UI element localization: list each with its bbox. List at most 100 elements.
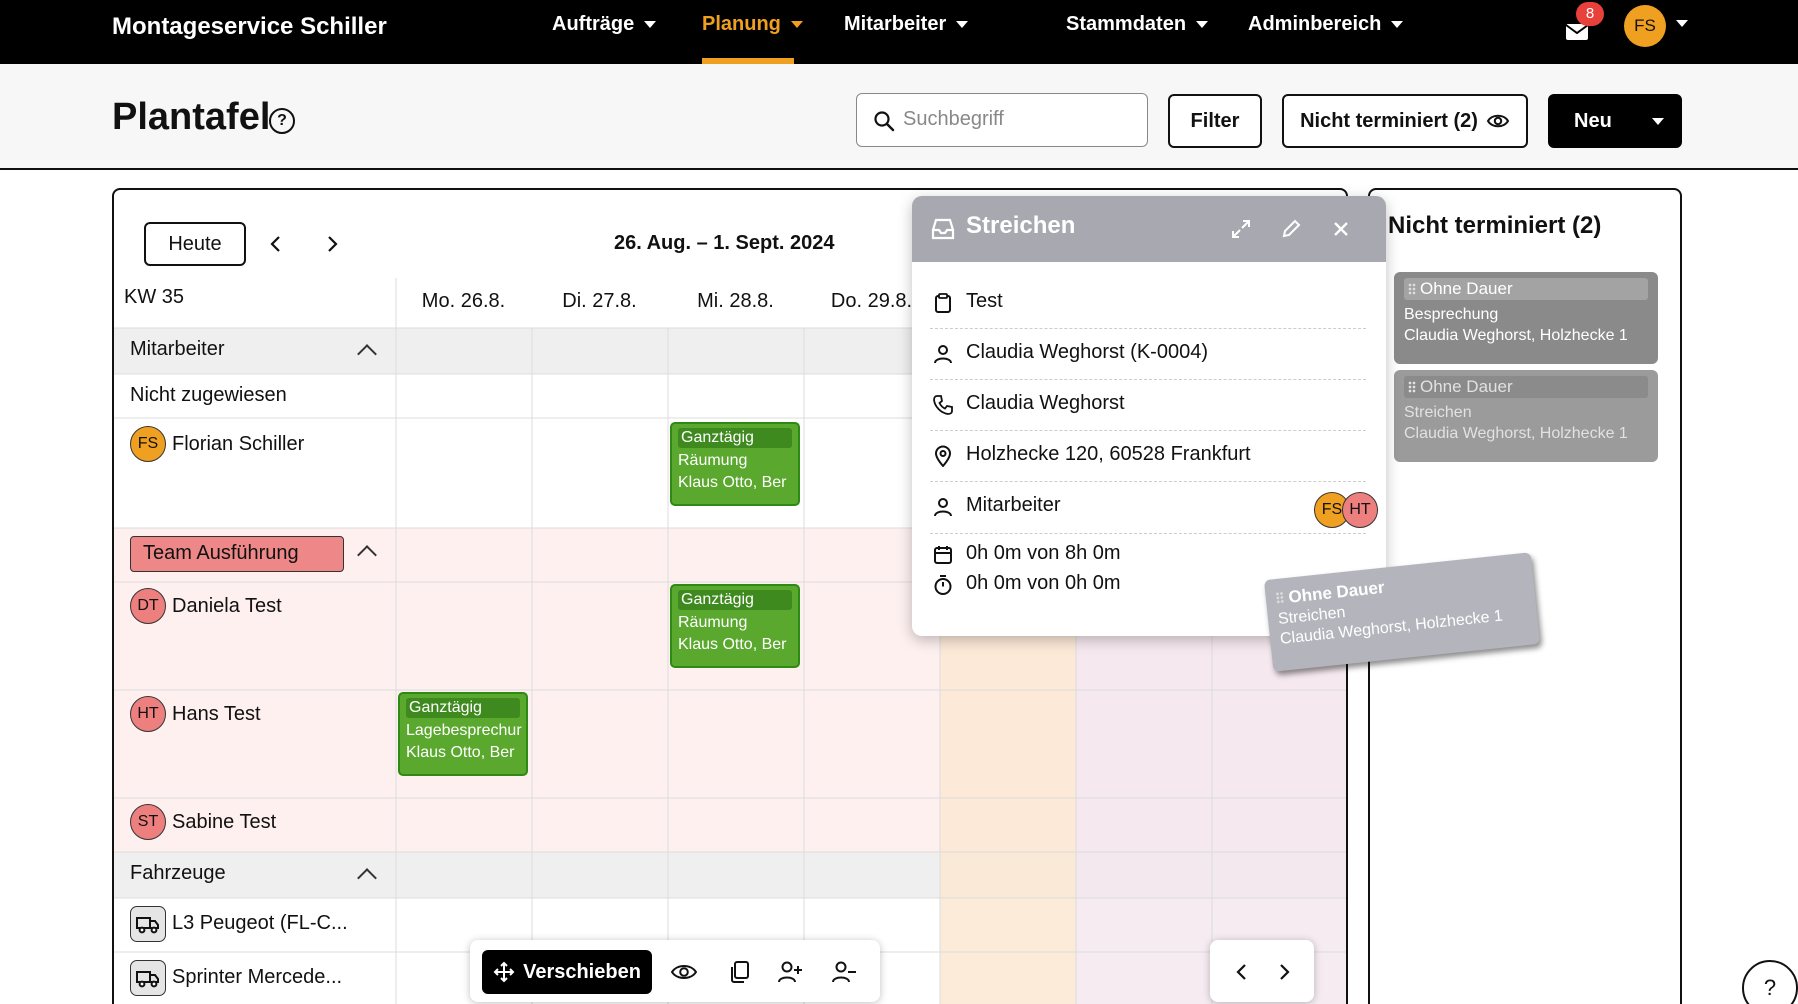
search-input[interactable] — [903, 94, 1139, 145]
prev-week-chevron-icon[interactable] — [266, 234, 286, 254]
map-pin-icon — [934, 445, 952, 467]
move-button-label: Verschieben — [523, 960, 641, 983]
popup-title: Streichen — [966, 212, 1076, 239]
filter-button[interactable]: Filter — [1168, 94, 1262, 148]
event-assignees: Klaus Otto, Ber — [406, 744, 515, 761]
person-icon — [934, 498, 952, 517]
caret-down-icon[interactable] — [1652, 118, 1664, 125]
avatar: ST — [130, 804, 166, 840]
drag-handle-icon[interactable] — [1408, 381, 1416, 393]
nav-adminbereich-label: Adminbereich — [1248, 13, 1382, 35]
move-button[interactable]: Verschieben — [482, 950, 652, 994]
inbox-icon — [931, 218, 955, 240]
nav-planung-label: Planung — [702, 13, 781, 35]
card-duration-label: Ohne Dauer — [1420, 377, 1513, 396]
eye-icon[interactable] — [670, 958, 698, 986]
page-header: Plantafel ? Filter Nicht terminiert (2) … — [0, 64, 1798, 170]
group-label-vehicles: Fahrzeuge — [130, 862, 226, 884]
eye-icon — [1486, 114, 1510, 128]
edit-pencil-icon[interactable] — [1280, 218, 1302, 240]
nav-mitarbeiter[interactable]: Mitarbeiter — [844, 13, 969, 36]
brand-title[interactable]: Montageservice Schiller — [112, 13, 387, 41]
top-navbar: Montageservice Schiller Aufträge Planung… — [0, 0, 1798, 64]
user-menu-caret-icon[interactable] — [1676, 20, 1688, 27]
card-customer: Claudia Weghorst, Holzhecke 1 — [1404, 425, 1628, 442]
day-header-mon: Mo. 26.8. — [421, 290, 506, 312]
event-card[interactable]: Ganztägig Räumung Klaus Otto, Ber — [670, 422, 800, 506]
popup-header: Streichen — [912, 196, 1386, 262]
caret-down-icon — [644, 21, 657, 29]
calendar-icon — [932, 544, 954, 571]
event-assignees: Klaus Otto, Ber — [678, 474, 787, 491]
unscheduled-card[interactable]: Ohne Dauer Streichen Claudia Weghorst, H… — [1394, 370, 1658, 462]
day-header-tue: Di. 27.8. — [562, 290, 637, 312]
remove-user-icon[interactable] — [830, 958, 858, 986]
next-week-chevron-icon[interactable] — [322, 234, 342, 254]
prev-chevron-icon[interactable] — [1232, 962, 1252, 982]
avatar: DT — [130, 588, 166, 624]
team-tag[interactable]: Team Ausführung — [130, 536, 344, 572]
card-title: Streichen — [1404, 404, 1472, 421]
group-label-employees: Mitarbeiter — [130, 338, 225, 360]
action-toolbar: Verschieben — [470, 940, 880, 1002]
event-allday-label: Ganztägig — [678, 428, 792, 448]
employee-name: Sabine Test — [172, 811, 277, 833]
event-card[interactable]: Ganztägig Lagebesprechur Klaus Otto, Ber — [398, 692, 528, 776]
popup-row-staff: Mitarbeiter FS HT — [930, 482, 1378, 534]
avatar[interactable]: HT — [1342, 492, 1378, 528]
close-icon[interactable] — [1330, 218, 1352, 240]
person-icon — [934, 345, 952, 364]
user-avatar[interactable]: FS — [1624, 5, 1666, 47]
card-title: Besprechung — [1404, 306, 1499, 323]
card-customer: Claudia Weghorst, Holzhecke 1 — [1404, 327, 1628, 344]
next-chevron-icon[interactable] — [1274, 962, 1294, 982]
popup-timer: 0h 0m von 0h 0m — [966, 572, 1121, 594]
event-allday-label: Ganztägig — [406, 698, 520, 718]
event-assignees: Klaus Otto, Ber — [678, 636, 787, 653]
popup-contact[interactable]: Claudia Weghorst — [966, 392, 1125, 415]
mail-badge: 8 — [1576, 2, 1604, 26]
nav-adminbereich[interactable]: Adminbereich — [1248, 13, 1404, 36]
page-title: Plantafel — [112, 96, 271, 138]
copy-icon[interactable] — [726, 958, 754, 986]
vehicle-name: Sprinter Mercede... — [172, 966, 343, 988]
nav-auftraege[interactable]: Aufträge — [552, 13, 657, 36]
drag-handle-icon[interactable] — [1408, 283, 1416, 295]
search-icon — [874, 111, 895, 132]
unscheduled-card[interactable]: Ohne Dauer Besprechung Claudia Weghorst,… — [1394, 272, 1658, 364]
unscheduled-toggle-label: Nicht terminiert (2) — [1300, 109, 1478, 132]
caret-down-icon — [790, 21, 803, 29]
new-button[interactable]: Neu — [1548, 94, 1682, 148]
nav-stammdaten[interactable]: Stammdaten — [1066, 13, 1209, 36]
event-card[interactable]: Ganztägig Räumung Klaus Otto, Ber — [670, 584, 800, 668]
add-user-icon[interactable] — [776, 958, 804, 986]
nav-auftraege-label: Aufträge — [552, 13, 635, 35]
popup-address[interactable]: Holzhecke 120, 60528 Frankfurt — [966, 443, 1251, 466]
avatar: HT — [130, 696, 166, 732]
help-icon[interactable]: ? — [269, 108, 295, 134]
today-button[interactable]: Heute — [144, 222, 246, 266]
event-title: Räumung — [678, 614, 748, 631]
event-allday-label: Ganztägig — [678, 590, 792, 610]
move-arrows-icon — [493, 961, 515, 983]
avatar: FS — [130, 426, 166, 462]
popup-row-contact: Claudia Weghorst — [930, 380, 1366, 431]
week-number: KW 35 — [124, 286, 185, 308]
event-title: Lagebesprechur — [406, 722, 522, 739]
new-button-label: Neu — [1574, 109, 1612, 132]
drag-handle-icon[interactable] — [1275, 591, 1285, 605]
clipboard-icon — [935, 293, 951, 313]
search-box[interactable] — [856, 93, 1148, 147]
row-label-unassigned: Nicht zugewiesen — [130, 384, 287, 406]
nav-mitarbeiter-label: Mitarbeiter — [844, 13, 947, 35]
nav-planung[interactable]: Planung — [702, 13, 803, 36]
popup-staff-label: Mitarbeiter — [966, 494, 1061, 516]
unscheduled-title: Nicht terminiert (2) — [1388, 212, 1602, 239]
expand-icon[interactable] — [1230, 218, 1252, 240]
popup-row-address: Holzhecke 120, 60528 Frankfurt — [930, 431, 1366, 482]
popup-customer[interactable]: Claudia Weghorst (K-0004) — [966, 341, 1208, 364]
unscheduled-toggle-button[interactable]: Nicht terminiert (2) — [1282, 94, 1528, 148]
event-detail-popup: Streichen Test Claudia Weghorst (K-0004)… — [912, 196, 1386, 636]
help-fab[interactable]: ? — [1742, 960, 1798, 1004]
popup-duration: 0h 0m von 8h 0m — [966, 542, 1121, 564]
